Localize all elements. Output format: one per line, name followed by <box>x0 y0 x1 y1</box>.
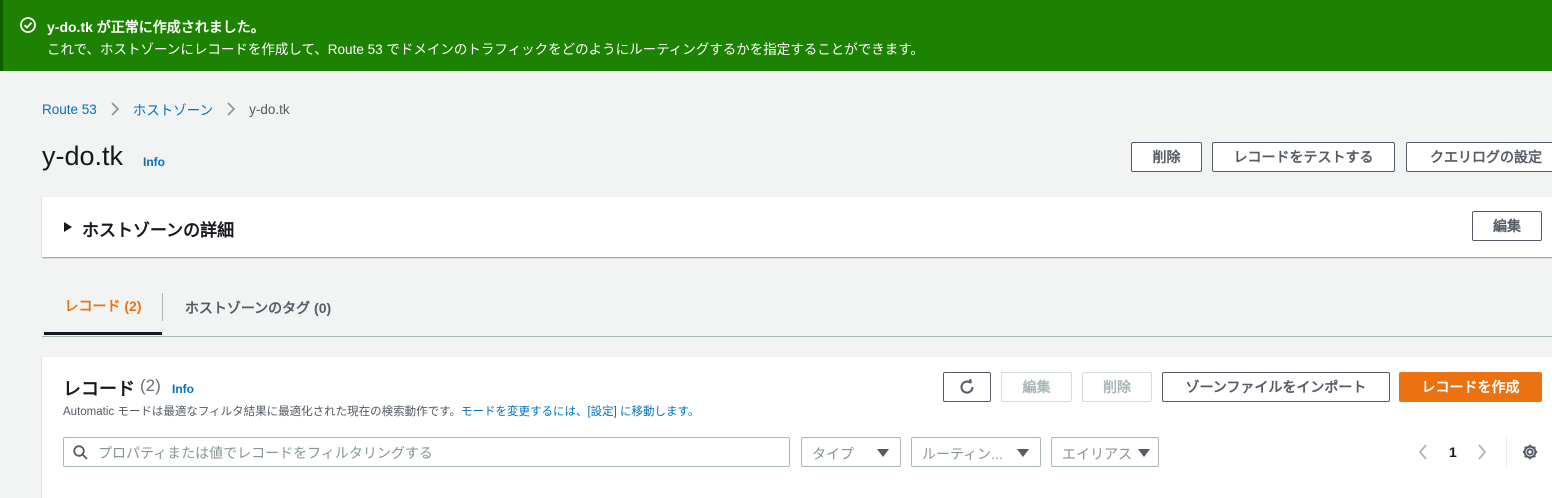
type-select[interactable]: タイプ <box>801 437 901 467</box>
chevron-left-icon[interactable] <box>1418 444 1428 460</box>
tab-hosted-zone-tags[interactable]: ホストゾーンのタグ (0) <box>168 280 348 335</box>
flash-title: y-do.tk が正常に作成されました。 <box>47 19 265 35</box>
tab-divider <box>162 293 163 321</box>
search-icon <box>73 445 88 460</box>
caret-down-icon <box>1138 449 1150 457</box>
query-logging-button[interactable]: クエリログの設定 <box>1406 142 1552 172</box>
caret-down-icon <box>877 449 889 457</box>
gear-icon[interactable] <box>1521 443 1539 461</box>
routing-select[interactable]: ルーティン... <box>911 437 1041 467</box>
edit-record-button[interactable]: 編集 <box>1001 372 1072 402</box>
test-record-button[interactable]: レコードをテストする <box>1212 142 1395 172</box>
alias-select-label: エイリアス <box>1062 446 1132 462</box>
records-count: (2) <box>140 376 161 395</box>
tab-records[interactable]: レコード (2) <box>44 280 162 335</box>
records-description: Automatic モードは最適なフィルタ結果に最適化された現在の検索動作です。… <box>63 403 699 419</box>
flash-message: これで、ホストゾーンにレコードを作成して、Route 53 でドメインのトラフィ… <box>47 42 924 57</box>
delete-record-button[interactable]: 削除 <box>1082 372 1152 402</box>
filter-input[interactable] <box>96 442 780 464</box>
records-description-text: Automatic モードは最適なフィルタ結果に最適化された現在の検索動作です。 <box>63 406 461 418</box>
breadcrumb: Route 53 ホストゾーン y-do.tk <box>42 99 290 119</box>
breadcrumb-current: y-do.tk <box>249 101 290 117</box>
create-record-button[interactable]: レコードを作成 <box>1399 372 1542 402</box>
refresh-icon <box>960 378 974 394</box>
records-info-link[interactable]: Info <box>172 382 194 396</box>
chevron-right-icon[interactable] <box>1477 444 1487 460</box>
success-flash-banner: y-do.tk が正常に作成されました。 これで、ホストゾーンにレコードを作成し… <box>0 0 1552 71</box>
delete-zone-button[interactable]: 削除 <box>1131 142 1202 172</box>
alias-select[interactable]: エイリアス <box>1051 437 1159 467</box>
type-select-label: タイプ <box>812 446 854 462</box>
page-title: y-do.tk <box>42 141 124 171</box>
tab-bar: レコード (2) ホストゾーンのタグ (0) <box>42 280 1552 337</box>
edit-details-button[interactable]: 編集 <box>1472 211 1542 241</box>
page-number[interactable]: 1 <box>1449 444 1457 460</box>
refresh-button[interactable] <box>943 372 991 402</box>
chevron-right-icon <box>111 102 119 116</box>
import-zone-file-button[interactable]: ゾーンファイルをインポート <box>1162 372 1390 402</box>
change-mode-link[interactable]: モードを変更するには、[設定] に移動します。 <box>461 406 699 418</box>
title-info-link[interactable]: Info <box>143 155 165 169</box>
hosted-zone-details-panel: ホストゾーンの詳細 編集 <box>42 197 1552 257</box>
records-title: レコード <box>63 379 135 399</box>
pagination-divider <box>1506 437 1507 467</box>
pagination: 1 <box>1418 437 1487 467</box>
routing-select-label: ルーティン... <box>922 446 1003 462</box>
records-filter <box>63 437 790 467</box>
breadcrumb-route53[interactable]: Route 53 <box>42 102 97 117</box>
breadcrumb-hosted-zones[interactable]: ホストゾーン <box>133 99 213 119</box>
check-circle-icon <box>20 17 36 33</box>
caret-right-icon[interactable] <box>64 222 72 232</box>
details-panel-title[interactable]: ホストゾーンの詳細 <box>82 216 234 241</box>
chevron-right-icon <box>227 102 236 116</box>
caret-down-icon <box>1017 449 1029 457</box>
records-container: レコード (2) Info Automatic モードは最適なフィルタ結果に最適… <box>42 357 1552 498</box>
